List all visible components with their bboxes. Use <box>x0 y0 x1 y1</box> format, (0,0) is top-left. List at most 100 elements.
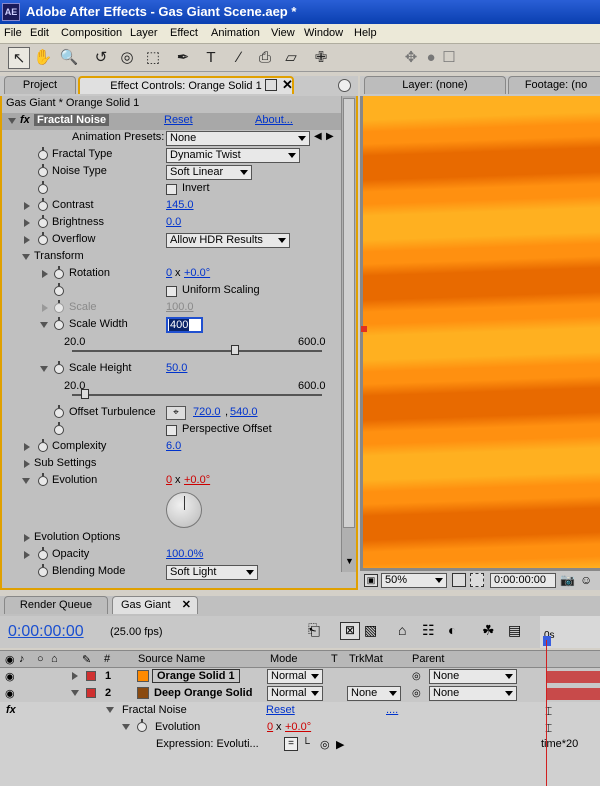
stopwatch-icon[interactable] <box>38 215 48 228</box>
close-tab-icon[interactable]: ✕ <box>282 77 293 93</box>
collapse-triangle-icon[interactable] <box>122 724 130 730</box>
tab-layer[interactable]: Layer: (none) <box>364 76 506 94</box>
menu-help[interactable]: Help <box>354 27 377 39</box>
expand-triangle-icon[interactable] <box>24 443 30 451</box>
menu-animation[interactable]: Animation <box>211 27 260 39</box>
scale-height-slider-knob[interactable] <box>80 389 89 399</box>
expression-graph-icon[interactable]: └ <box>302 738 310 750</box>
menu-file[interactable]: File <box>4 27 22 39</box>
effect-reset-link[interactable]: Reset <box>266 704 295 716</box>
pen-tool-icon[interactable]: ✒ <box>172 47 194 69</box>
stopwatch-icon[interactable] <box>54 422 64 435</box>
expand-triangle-icon[interactable] <box>24 219 30 227</box>
close-tab-icon[interactable]: ✕ <box>182 597 191 614</box>
layer-row[interactable]: ◉ 2 Deep Orange Solid Normal None ◎ None <box>0 685 600 702</box>
stopwatch-icon[interactable] <box>38 232 48 245</box>
magnification-dropdown[interactable]: 50% <box>381 573 447 588</box>
puppet-pin-tool-icon[interactable]: ✙ <box>310 47 332 69</box>
layer-mode-dropdown[interactable]: Normal <box>267 669 323 684</box>
view-axis-icon[interactable]: ☐ <box>438 47 460 69</box>
stopwatch-icon[interactable] <box>38 439 48 452</box>
show-channel-icon[interactable]: ☺ <box>580 573 592 587</box>
stopwatch-icon[interactable] <box>38 147 48 160</box>
stopwatch-icon[interactable] <box>54 405 64 418</box>
scale-height-slider-track[interactable] <box>72 394 322 396</box>
composition-viewer[interactable] <box>360 96 600 570</box>
hand-tool-icon[interactable]: ✋ <box>32 47 54 69</box>
fractal-type-dropdown[interactable]: Dynamic Twist <box>166 148 300 163</box>
invert-checkbox[interactable] <box>166 184 177 195</box>
trkmat-dropdown[interactable]: None <box>347 686 401 701</box>
reset-link[interactable]: Reset <box>164 114 193 126</box>
evolution-revolutions[interactable]: 0 <box>166 474 172 486</box>
brush-tool-icon[interactable]: ∕ <box>228 47 250 69</box>
column-mode[interactable]: Mode <box>270 653 298 665</box>
rotation-revolutions[interactable]: 0 <box>166 267 172 279</box>
uniform-scaling-checkbox[interactable] <box>166 286 177 297</box>
menu-edit[interactable]: Edit <box>30 27 49 39</box>
parent-dropdown[interactable]: None <box>429 669 517 684</box>
contrast-value[interactable]: 145.0 <box>166 199 194 211</box>
evolution-degrees[interactable]: +0.0° <box>184 474 210 486</box>
viewer-timecode[interactable]: 0:00:00:00 <box>490 573 556 588</box>
menu-effect[interactable]: Effect <box>170 27 198 39</box>
layer-duration-bar[interactable] <box>547 671 600 683</box>
evolution-revolutions[interactable]: 0 <box>267 721 273 733</box>
fx-icon[interactable]: fx <box>20 114 30 126</box>
draft-3d-icon[interactable]: ▧ <box>364 622 377 639</box>
noise-type-dropdown[interactable]: Soft Linear <box>166 165 252 180</box>
expand-triangle-icon[interactable] <box>72 672 78 680</box>
effect-options-dots[interactable]: .... <box>386 704 398 716</box>
expand-triangle-icon[interactable] <box>24 534 30 542</box>
layer-name[interactable]: Deep Orange Solid <box>154 687 252 699</box>
stopwatch-icon[interactable] <box>38 473 48 486</box>
expand-triangle-icon[interactable] <box>8 118 16 124</box>
stopwatch-icon[interactable] <box>54 283 64 296</box>
expand-triangle-icon[interactable] <box>24 236 30 244</box>
clone-stamp-tool-icon[interactable]: ⎙ <box>254 47 276 69</box>
current-time-indicator[interactable] <box>546 640 547 786</box>
expand-triangle-icon[interactable] <box>42 270 48 278</box>
tab-gas-giant[interactable]: Gas Giant ✕ <box>112 596 198 614</box>
column-trkmat[interactable]: TrkMat <box>349 653 383 665</box>
stopwatch-icon[interactable] <box>38 181 48 194</box>
stopwatch-icon[interactable] <box>137 719 147 732</box>
grid-icon[interactable] <box>452 573 466 587</box>
frame-blending-icon[interactable]: ☷ <box>422 622 435 639</box>
crosshair-icon[interactable]: ⌖ <box>166 406 186 420</box>
preview-icon[interactable]: ▣ <box>364 574 378 587</box>
pan-behind-tool-icon[interactable]: ⬚ <box>142 47 164 69</box>
playhead-icon[interactable] <box>543 636 551 646</box>
brainstorm-icon[interactable]: ☘ <box>482 622 495 639</box>
menu-layer[interactable]: Layer <box>130 27 158 39</box>
about-link[interactable]: About... <box>255 114 293 126</box>
column-source-name[interactable]: Source Name <box>138 653 205 665</box>
tab-project[interactable]: Project <box>4 76 76 94</box>
tab-footage[interactable]: Footage: (no <box>508 76 600 94</box>
enable-expression-icon[interactable]: = <box>284 737 298 751</box>
opacity-value[interactable]: 100.0% <box>166 548 203 560</box>
evolution-degrees[interactable]: +0.0° <box>285 721 311 733</box>
layer-mode-dropdown[interactable]: Normal <box>267 686 323 701</box>
comp-mini-flowchart-icon[interactable]: ⎗ <box>308 622 320 639</box>
evolution-dial[interactable] <box>166 492 202 528</box>
perspective-offset-checkbox[interactable] <box>166 425 177 436</box>
stopwatch-icon[interactable] <box>54 317 64 330</box>
scale-width-slider-knob[interactable] <box>230 345 239 355</box>
eraser-tool-icon[interactable]: ▱ <box>280 47 302 69</box>
tab-effect-controls[interactable]: Effect Controls: Orange Solid 1 <box>78 76 294 94</box>
label-color-swatch[interactable] <box>86 671 96 681</box>
expand-triangle-icon[interactable] <box>24 202 30 210</box>
tab-render-queue[interactable]: Render Queue <box>4 596 108 614</box>
scrollbar[interactable]: ▼ <box>341 96 356 572</box>
live-update-icon[interactable]: ⊠ <box>340 622 360 640</box>
collapse-triangle-icon[interactable] <box>22 254 30 260</box>
collapse-triangle-icon[interactable] <box>106 707 114 713</box>
menu-composition[interactable]: Composition <box>61 27 122 39</box>
overflow-dropdown[interactable]: Allow HDR Results <box>166 233 290 248</box>
scrollbar-thumb[interactable] <box>343 98 355 528</box>
fx-icon[interactable]: fx <box>6 704 16 716</box>
stopwatch-icon[interactable] <box>54 266 64 279</box>
offset-x-value[interactable]: 720.0 <box>193 406 221 418</box>
label-color-swatch[interactable] <box>86 688 96 698</box>
